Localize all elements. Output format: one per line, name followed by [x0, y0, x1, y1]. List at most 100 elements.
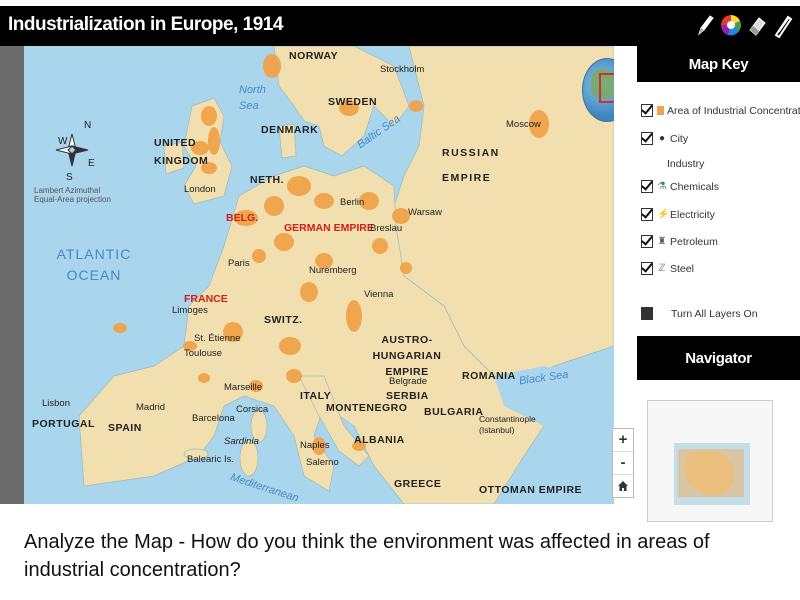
layer-electricity[interactable]: ⚡ Electricity [641, 208, 715, 221]
country-sweden: SWEDEN [328, 96, 378, 108]
side-panel: Map Key Area of Industrial Concentration… [637, 46, 800, 522]
city-vienna: Vienna [364, 289, 394, 300]
layer-label: Area of Industrial Concentration [667, 104, 800, 117]
city-stockholm: Stockholm [380, 64, 425, 75]
country-spain: SPAIN [108, 422, 142, 434]
navigator-header: Navigator [637, 336, 800, 380]
question-text: Analyze the Map - How do you think the e… [24, 531, 710, 581]
country-netherlands: NETH. [250, 174, 284, 186]
home-icon [618, 481, 628, 491]
eraser-icon[interactable] [746, 10, 768, 40]
globe-view-box [599, 73, 614, 103]
map-key-header: Map Key [637, 46, 800, 82]
checkbox-petroleum[interactable] [641, 235, 653, 248]
country-austria-hungary: AUSTRO-HUNGARIAN EMPIRE [372, 334, 442, 378]
city-constantinople: Constantinople (Istanbul) [479, 414, 536, 435]
country-germany: GERMAN EMPIRE [284, 222, 374, 234]
city-barcelona: Barcelona [192, 413, 235, 424]
pencil-icon[interactable] [694, 10, 716, 40]
country-albania: ALBANIA [354, 434, 405, 446]
compass-s: S [66, 172, 73, 183]
lightning-icon: ⚡ [657, 209, 670, 220]
country-france: FRANCE [184, 293, 228, 305]
europe-map[interactable]: N E S W Lambert Azimuthal Equal-Area pro… [24, 46, 614, 504]
city-nuremberg: Nuremberg [309, 265, 357, 276]
country-uk: UNITED KINGDOM [154, 137, 209, 167]
layer-petroleum[interactable]: ♜ Petroleum [641, 235, 718, 248]
layer-steel[interactable]: ℤ Steel [641, 262, 694, 275]
left-strip [0, 46, 24, 504]
country-romania: ROMANIA [462, 370, 516, 382]
turn-all-layers-on[interactable]: Turn All Layers On [641, 307, 758, 320]
ocean-atlantic: ATLANTIC OCEAN [56, 246, 132, 283]
city-sardinia: Sardinia [224, 436, 259, 447]
color-wheel-icon[interactable] [720, 10, 742, 40]
layer-label: Petroleum [670, 235, 718, 248]
country-ottoman: OTTOMAN EMPIRE [479, 484, 583, 496]
steel-beam-icon: ℤ [658, 263, 666, 274]
checkbox-industrial-concentration[interactable] [641, 104, 653, 117]
city-london: London [184, 184, 216, 195]
country-norway: NORWAY [289, 50, 339, 62]
city-dot-icon: ● [658, 133, 666, 144]
checkbox-electricity[interactable] [641, 208, 653, 221]
country-italy: ITALY [300, 390, 332, 402]
checkbox-chemicals[interactable] [641, 180, 653, 193]
city-paris: Paris [228, 258, 250, 269]
checkbox-steel[interactable] [641, 262, 653, 275]
city-breslau: Breslau [370, 223, 403, 234]
industry-heading: Industry [667, 158, 705, 170]
city-moscow: Moscow [506, 119, 541, 130]
city-corsica: Corsica [236, 404, 269, 415]
checkbox-turn-all[interactable] [641, 307, 653, 320]
city-belgrade: Belgrade [389, 376, 428, 387]
home-button[interactable] [613, 475, 633, 497]
zoom-controls: + - [612, 428, 634, 498]
layer-label: City [670, 132, 689, 145]
layer-label: Steel [670, 262, 694, 275]
city-warsaw: Warsaw [408, 207, 442, 218]
country-belgium: BELG. [226, 212, 259, 224]
city-st-etienne: St. Étienne [194, 333, 241, 344]
checkbox-city[interactable] [641, 132, 653, 145]
country-russia: RUSSIAN EMPIRE [442, 147, 500, 184]
title-bar: Industrialization in Europe, 1914 [0, 6, 800, 46]
city-salerno: Salerno [306, 457, 339, 468]
compass-e: E [88, 158, 95, 169]
compass-n: N [84, 120, 92, 131]
city-naples: Naples [300, 440, 330, 451]
map-title: Industrialization in Europe, 1914 [8, 14, 283, 35]
city-limoges: Limoges [172, 305, 208, 316]
country-montenegro: MONTENEGRO [326, 402, 408, 414]
layer-industrial-concentration[interactable]: Area of Industrial Concentration [641, 104, 800, 117]
turn-all-label: Turn All Layers On [671, 307, 758, 320]
navigator-thumbnail[interactable] [674, 443, 750, 505]
layer-chemicals[interactable]: ⚗ Chemicals [641, 180, 719, 193]
layer-city[interactable]: ● City [641, 132, 688, 145]
navigator-box[interactable] [647, 400, 773, 522]
country-serbia: SERBIA [386, 390, 429, 402]
zoom-out-button[interactable]: - [613, 452, 633, 475]
marker-icon[interactable] [772, 10, 794, 40]
layer-label: Electricity [670, 208, 715, 221]
projection-note: Lambert Azimuthal Equal-Area projection [34, 186, 111, 204]
oil-derrick-icon: ♜ [657, 236, 667, 247]
city-madrid: Madrid [136, 402, 166, 413]
city-berlin: Berlin [340, 197, 365, 208]
concentration-swatch [657, 106, 664, 115]
drawing-toolbar [694, 10, 794, 40]
navigator-view-frame[interactable] [678, 449, 744, 497]
sea-north: North Sea [239, 84, 266, 112]
city-marseille: Marseille [224, 382, 263, 393]
city-lisbon: Lisbon [42, 398, 70, 409]
country-greece: GREECE [394, 478, 442, 490]
country-bulgaria: BULGARIA [424, 406, 484, 418]
city-balearic: Balearic Is. [187, 454, 234, 465]
country-portugal: PORTUGAL [32, 418, 95, 430]
city-toulouse: Toulouse [184, 348, 223, 359]
layer-label: Chemicals [670, 180, 720, 193]
flask-icon: ⚗ [657, 181, 667, 192]
zoom-in-button[interactable]: + [613, 429, 633, 452]
country-denmark: DENMARK [261, 124, 319, 136]
country-switzerland: SWITZ. [264, 314, 303, 326]
